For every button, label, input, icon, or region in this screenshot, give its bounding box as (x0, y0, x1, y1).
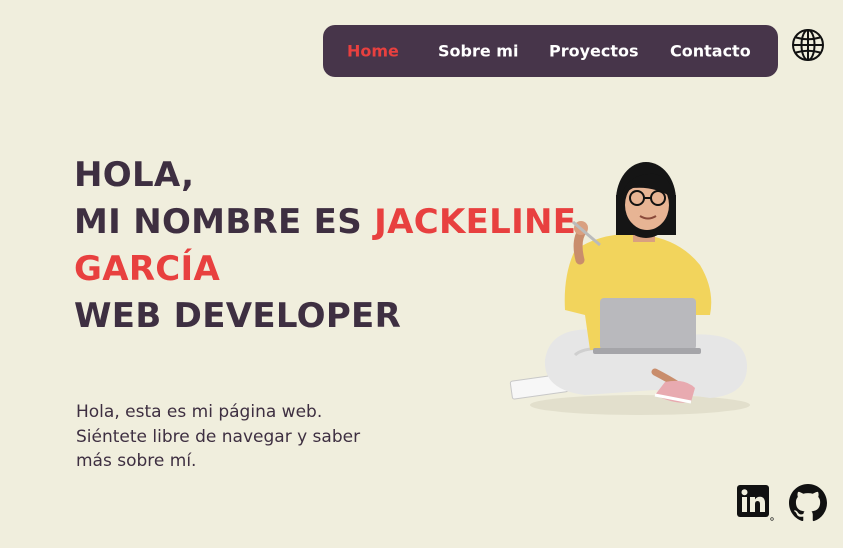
nav-sobre-mi-link[interactable]: Sobre mi (438, 42, 518, 61)
nav-contacto-link[interactable]: Contacto (670, 42, 751, 61)
hero-last-name: GARCÍA (74, 249, 221, 289)
hero-role: WEB DEVELOPER (74, 296, 402, 336)
hero-greeting: HOLA, (74, 155, 195, 195)
hero-heading: HOLA, MI NOMBRE ES JACKELINE GARCÍA WEB … (74, 152, 576, 340)
nav-proyectos-link[interactable]: Proyectos (549, 42, 639, 61)
hero-name-line: MI NOMBRE ES JACKELINE (74, 199, 576, 246)
hero-name-prefix: MI NOMBRE ES (74, 202, 375, 242)
intro-paragraph: Hola, esta es mi página web. Siéntete li… (76, 400, 396, 474)
github-icon[interactable] (789, 484, 827, 522)
nav-home-link[interactable]: Home (347, 42, 399, 61)
globe-icon[interactable] (791, 28, 825, 62)
developer-illustration (509, 162, 750, 415)
intro-line-3: más sobre mí. (76, 451, 197, 471)
intro-line-1: Hola, esta es mi página web. (76, 402, 323, 422)
linkedin-icon[interactable] (736, 484, 774, 522)
intro-line-2: Siéntete libre de navegar y saber (76, 426, 361, 447)
main-navbar: Home Sobre mi Proyectos Contacto (323, 25, 778, 77)
